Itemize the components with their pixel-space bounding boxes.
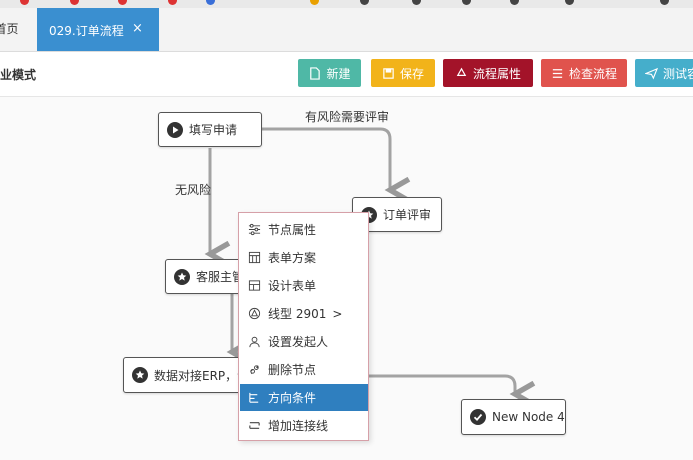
edge-label-no-risk: 无风险 [175,183,212,197]
save-button[interactable]: 保存 [371,59,435,87]
menu-item-design-form[interactable]: 设计表单 [240,272,368,299]
check-flow-label: 检查流程 [568,66,617,81]
menu-item-label: 表单方案 [268,251,317,265]
tab-order-flow[interactable]: 029.订单流程 × [37,8,159,51]
bookmark-icon[interactable] [118,0,127,5]
direction-icon [249,392,259,403]
tab-bar: 首页 029.订单流程 × [0,8,693,52]
bookmarks-bar [0,0,693,8]
new-button-label: 新建 [326,66,351,81]
node-fill-application[interactable]: 填写申请 [158,112,262,147]
bookmark-icon[interactable] [70,0,79,5]
list-check-icon [552,68,563,78]
bookmark-icon[interactable] [565,0,574,5]
unlink-icon [250,365,259,375]
test-button-label: 测试容 [663,66,693,81]
menu-item-line-type[interactable]: 线型 2901 > [240,300,368,327]
bookmark-icon[interactable] [660,0,669,5]
sliders-icon [248,223,261,236]
menu-item-label: 节点属性 [268,223,317,237]
toolbar: 专业模式 新建 保存 流程属性 检查流程 测试容 [0,52,693,97]
menu-item-set-initiator[interactable]: 设置发起人 [240,328,368,355]
node-label: New Node 4 [492,410,565,424]
menu-item-label: 增加连接线 [268,419,329,433]
bookmark-icon[interactable] [206,0,215,5]
menu-item-label: 线型 2901 [268,307,327,321]
chevron-right-icon: > [332,306,343,321]
flow-properties-label: 流程属性 [472,66,521,81]
menu-item-delete-node[interactable]: 删除节点 [240,356,368,383]
new-file-icon [310,66,321,80]
new-button[interactable]: 新建 [298,59,361,87]
bookmark-icon[interactable] [168,0,177,5]
save-button-label: 保存 [399,66,424,81]
node-context-menu: 节点属性 表单方案 设计表单 线型 2901 > 设置发起人 删除节点 方向条件 [238,212,369,441]
bookmark-icon[interactable] [412,0,421,5]
flow-properties-button[interactable]: 流程属性 [443,59,533,87]
node-label: 客服主管 [196,270,245,284]
menu-item-label: 设置发起人 [268,335,329,349]
check-icon [470,409,486,425]
play-icon [167,121,183,138]
node-label: 订单评审 [383,208,432,222]
menu-item-label: 设计表单 [268,279,317,293]
menu-item-label: 方向条件 [268,391,317,405]
node-label: 填写申请 [189,123,238,137]
form-grid-icon [248,251,261,264]
menu-item-node-properties[interactable]: 节点属性 [240,216,368,243]
design-form-icon [248,280,261,291]
menu-item-direction-condition[interactable]: 方向条件 [240,384,368,411]
bookmark-icon[interactable] [510,0,519,5]
test-button[interactable]: 测试容 [635,59,693,87]
tab-home[interactable]: 首页 [0,8,25,51]
edge-label-risk-review: 有风险需要评审 [305,110,390,124]
connector-icon [249,422,260,429]
recycle-icon [456,67,467,76]
bookmark-icon[interactable] [20,0,29,5]
send-icon [645,67,658,80]
close-icon[interactable]: × [132,21,143,36]
line-type-icon [248,307,261,320]
node-new-node-4[interactable]: New Node 4 [461,399,566,435]
tab-label: 029.订单流程 [49,24,124,38]
bookmark-icon[interactable] [462,0,471,5]
save-icon [383,67,394,79]
bookmark-icon[interactable] [360,0,369,5]
star-icon [174,268,190,285]
menu-item-add-connector[interactable]: 增加连接线 [240,412,368,439]
user-icon [249,336,260,348]
edge-apply-to-review[interactable] [262,127,390,190]
check-flow-button[interactable]: 检查流程 [541,59,627,87]
bookmark-icon[interactable] [310,0,319,5]
menu-item-form-scheme[interactable]: 表单方案 [240,244,368,271]
star-icon [132,367,148,383]
mode-label: 专业模式 [0,68,37,82]
flow-canvas[interactable]: 有风险需要评审 无风险 填写申请 订单评审 客服主管 数据对接ERP，订单生成，… [0,97,693,460]
menu-item-label: 删除节点 [268,363,317,377]
